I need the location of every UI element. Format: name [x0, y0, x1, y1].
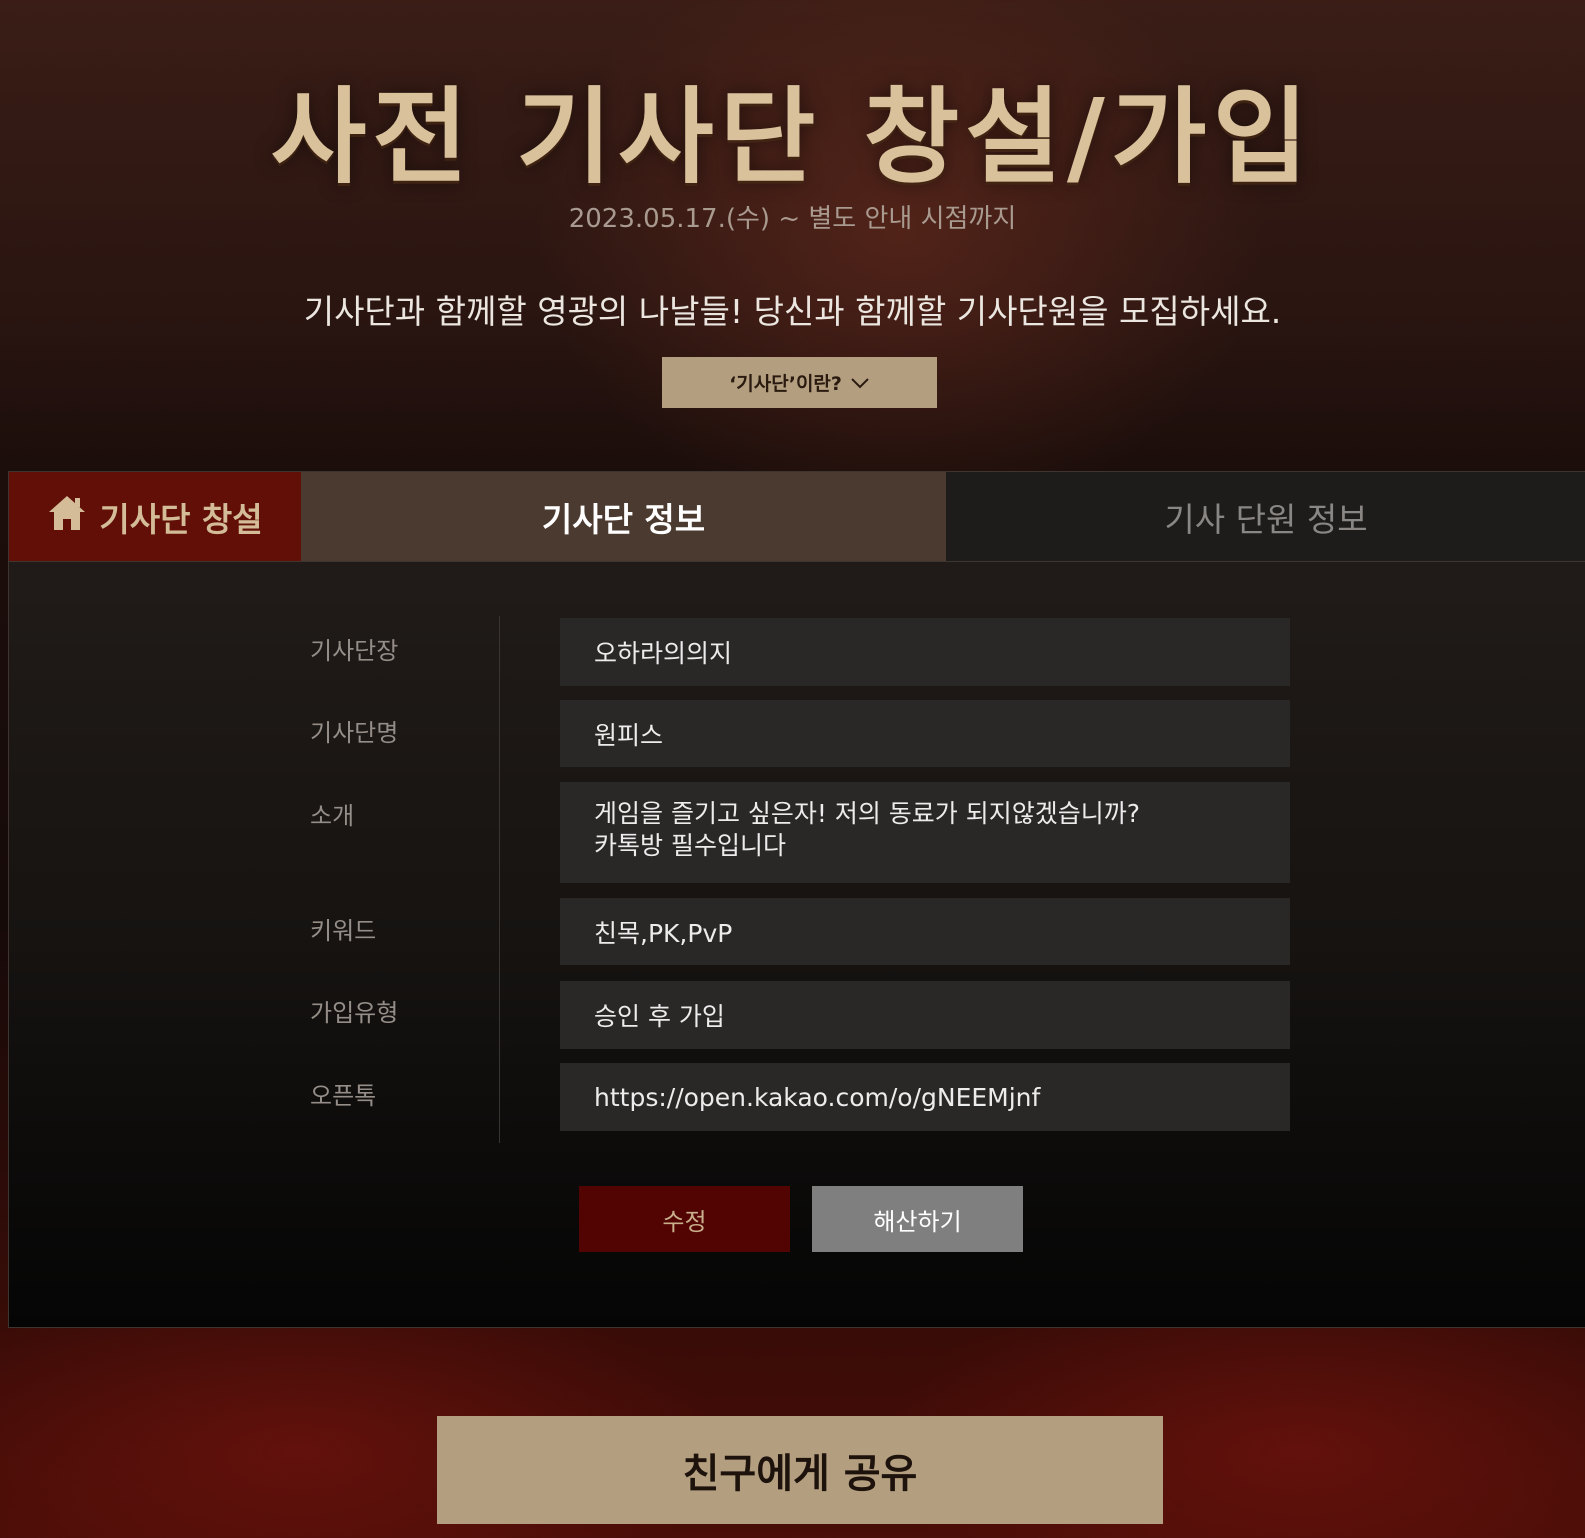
- open-chat-field: https://open.kakao.com/o/gNEEMjnf: [560, 1063, 1290, 1131]
- knights-info-form: 기사단장 오하라의의지 기사단명 원피스 소개 게임을 즐기고 싶은자! 저의 …: [9, 471, 1585, 1328]
- leader-field: 오하라의의지: [560, 618, 1290, 686]
- leader-label: 기사단장: [310, 637, 399, 665]
- knights-name-label: 기사단명: [310, 719, 399, 747]
- what-is-knights-button[interactable]: ‘기사단’이란?: [662, 357, 937, 408]
- keywords-label: 키워드: [310, 917, 377, 945]
- page-title: 사전 기사단 창설/가입: [270, 75, 1315, 198]
- event-period: 2023.05.17.(수) ~ 별도 안내 시점까지: [568, 204, 1017, 234]
- join-type-field: 승인 후 가입: [560, 981, 1290, 1049]
- intro-line-1: 게임을 즐기고 싶은자! 저의 동료가 되지않겠습니까?: [594, 799, 1141, 828]
- form-divider: [499, 616, 500, 1143]
- knights-name-field: 원피스: [560, 700, 1290, 767]
- keywords-field: 친목,PK,PvP: [560, 898, 1290, 965]
- edit-button[interactable]: 수정: [579, 1186, 790, 1252]
- disband-button[interactable]: 해산하기: [812, 1186, 1023, 1252]
- knights-panel: 기사단 창설 기사단 정보 기사 단원 정보 기사단장 오하라의의지 기사단명 …: [8, 471, 1585, 1328]
- intro-field: 게임을 즐기고 싶은자! 저의 동료가 되지않겠습니까? 카톡방 필수입니다: [560, 782, 1290, 883]
- share-with-friends-button[interactable]: 친구에게 공유: [437, 1416, 1163, 1524]
- intro-line-2: 카톡방 필수입니다: [594, 831, 786, 860]
- what-is-knights-label: ‘기사단’이란?: [729, 373, 842, 395]
- hero-section: 사전 기사단 창설/가입 2023.05.17.(수) ~ 별도 안내 시점까지…: [0, 0, 1585, 466]
- chevron-down-icon: [850, 377, 870, 389]
- open-chat-label: 오픈톡: [310, 1082, 377, 1110]
- intro-label: 소개: [310, 802, 355, 830]
- hero-tagline: 기사단과 함께할 영광의 나날들! 당신과 함께할 기사단원을 모집하세요.: [303, 292, 1282, 331]
- join-type-label: 가입유형: [310, 999, 399, 1027]
